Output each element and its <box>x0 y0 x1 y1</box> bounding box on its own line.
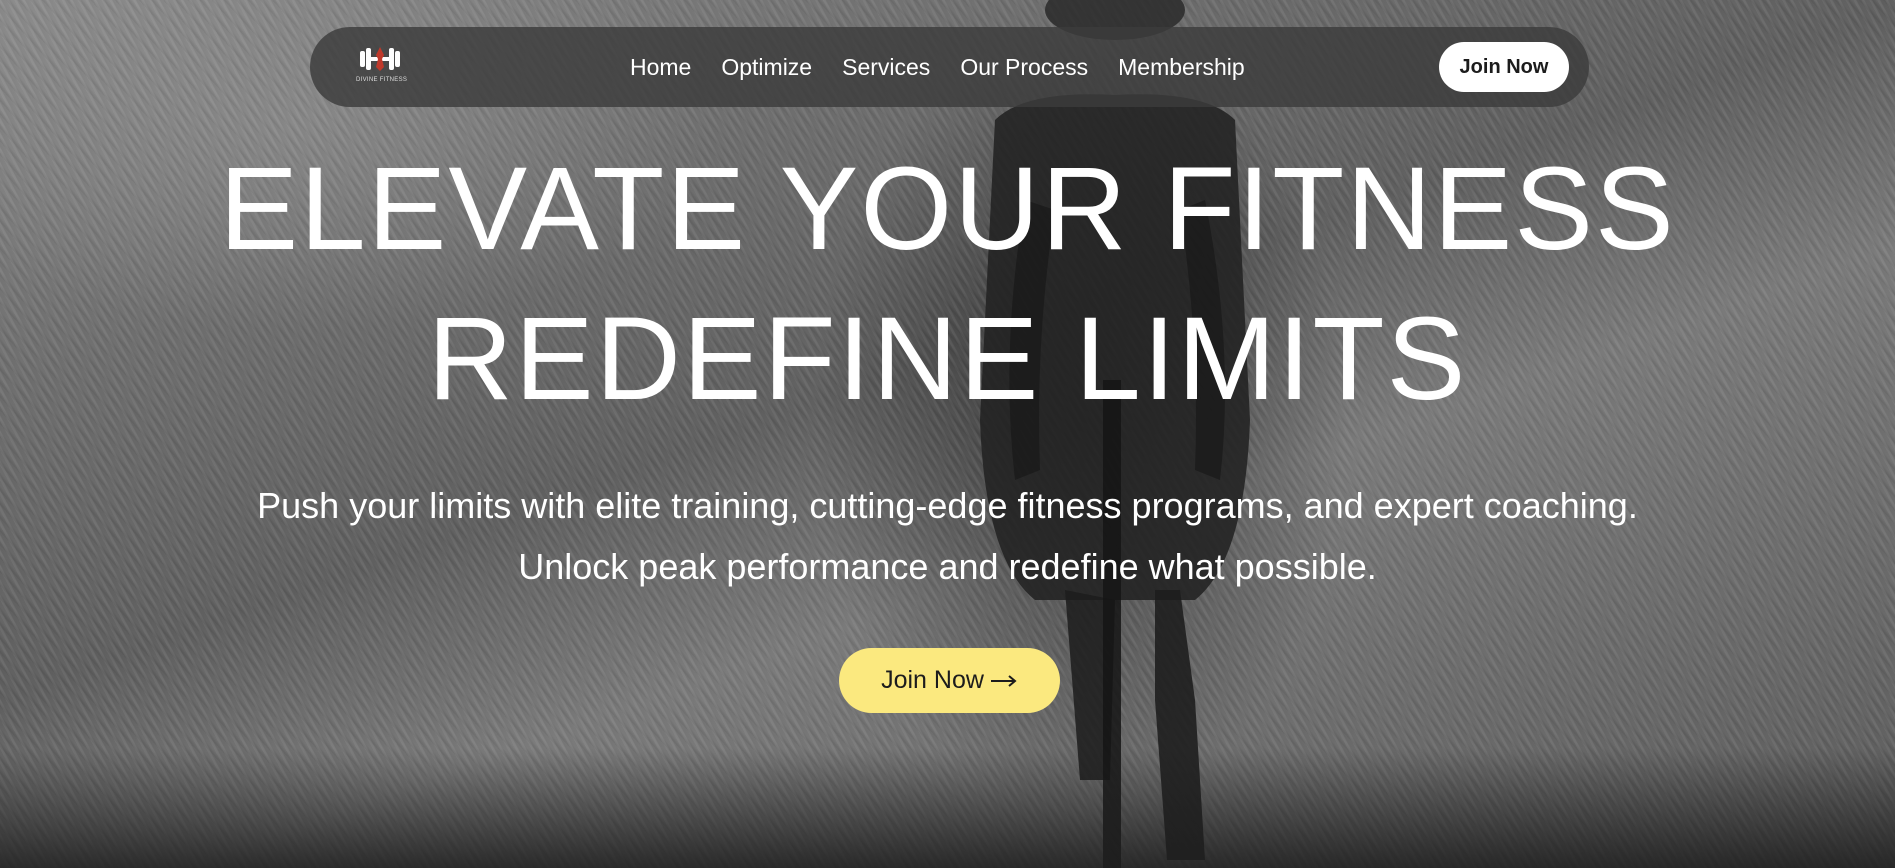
top-navbar: DIVINE FITNESS Home Optimize Services Ou… <box>310 27 1589 107</box>
hero-subtext-line1: Push your limits with elite training, cu… <box>257 485 1638 526</box>
cyclist-background-image <box>980 0 1250 868</box>
hero-join-now-button[interactable]: Join Now <box>839 648 1060 713</box>
hero-join-now-label: Join Now <box>881 666 984 694</box>
dumbbell-logo-icon <box>360 47 400 71</box>
hero-subtext-line2: Unlock peak performance and redefine wha… <box>518 546 1377 587</box>
nav-links: Home Optimize Services Our Process Membe… <box>630 27 1245 107</box>
brand-logo[interactable]: DIVINE FITNESS <box>356 43 408 87</box>
bottom-fade <box>0 748 1895 868</box>
nav-link-optimize[interactable]: Optimize <box>721 54 812 81</box>
nav-link-home[interactable]: Home <box>630 54 691 81</box>
brand-logo-text: DIVINE FITNESS <box>356 77 408 83</box>
hero-headline-line2: REDEFINE LIMITS <box>427 293 1468 425</box>
hero-section: DIVINE FITNESS Home Optimize Services Ou… <box>0 0 1895 868</box>
arrow-right-icon <box>990 674 1017 687</box>
nav-link-membership[interactable]: Membership <box>1118 54 1245 81</box>
nav-join-now-button[interactable]: Join Now <box>1439 42 1569 92</box>
hero-headline-line1: ELEVATE YOUR FITNESS <box>219 143 1676 275</box>
nav-link-services[interactable]: Services <box>842 54 930 81</box>
nav-link-our-process[interactable]: Our Process <box>960 54 1088 81</box>
grass-texture <box>0 0 1895 868</box>
